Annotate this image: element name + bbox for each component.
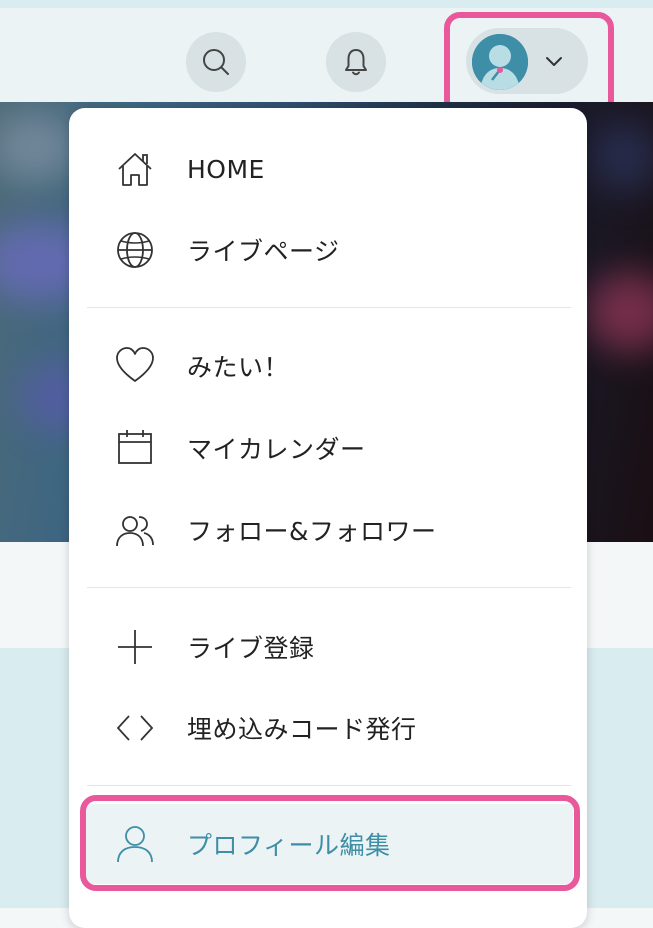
menu-item-label: ライブページ xyxy=(187,237,340,266)
menu-item-want-to-see[interactable]: みたい！ xyxy=(83,336,573,396)
menu-divider xyxy=(87,307,571,308)
profile-highlight-frame xyxy=(80,795,580,891)
heart-icon xyxy=(116,347,154,382)
menu-item-embed-code[interactable]: 埋め込みコード発行 xyxy=(83,698,573,758)
menu-item-label: フォロー&フォロワー xyxy=(187,517,437,546)
users-icon xyxy=(116,516,154,547)
globe-icon xyxy=(117,232,153,268)
menu-divider xyxy=(87,785,571,786)
menu-item-home[interactable]: HOME xyxy=(83,139,573,199)
menu-item-label: マイカレンダー xyxy=(187,435,366,464)
search-button[interactable] xyxy=(186,32,246,92)
avatar-highlight-frame xyxy=(444,12,614,116)
menu-item-follow[interactable]: フォロー&フォロワー xyxy=(83,500,573,560)
plus-icon xyxy=(118,630,152,664)
top-header xyxy=(0,8,653,116)
search-icon xyxy=(203,49,229,75)
menu-item-my-calendar[interactable]: マイカレンダー xyxy=(83,418,573,478)
menu-item-label: ライブ登録 xyxy=(187,634,315,663)
menu-item-live-register[interactable]: ライブ登録 xyxy=(83,617,573,677)
code-icon xyxy=(116,715,154,741)
menu-item-live-page[interactable]: ライブページ xyxy=(83,220,573,280)
home-icon xyxy=(118,153,152,186)
menu-item-label: みたい！ xyxy=(187,353,290,382)
bell-icon xyxy=(345,49,367,76)
calendar-icon xyxy=(118,430,152,464)
top-strip xyxy=(0,0,653,8)
menu-item-label: HOME xyxy=(187,154,265,184)
notifications-button[interactable] xyxy=(326,32,386,92)
menu-divider xyxy=(87,587,571,588)
menu-item-label: 埋め込みコード発行 xyxy=(187,715,417,744)
